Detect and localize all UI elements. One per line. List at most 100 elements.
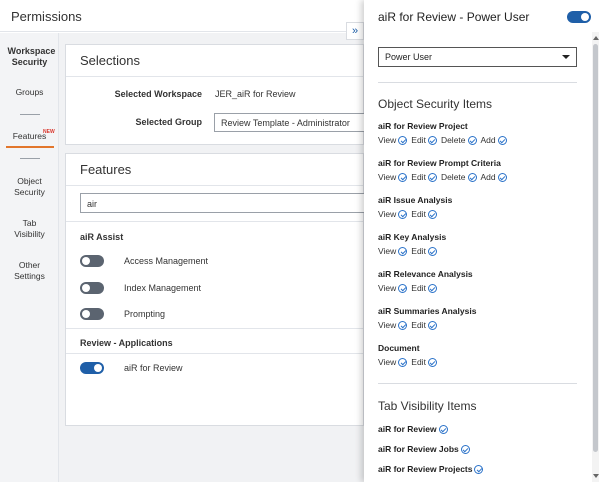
- scroll-up-icon[interactable]: [593, 36, 599, 40]
- permission-delete[interactable]: Delete: [441, 135, 477, 145]
- permission-label: View: [378, 209, 397, 219]
- permission-label: Edit: [411, 283, 426, 293]
- card-divider: [66, 328, 363, 329]
- selected-workspace-label: Selected Workspace: [114, 89, 202, 99]
- nav-tab-visibility[interactable]: Tab Visibility: [0, 218, 59, 240]
- object-item-name: aiR Issue Analysis: [378, 195, 453, 205]
- permission-row: View Edit Delete Add: [378, 172, 511, 182]
- feature-label: Access Management: [124, 256, 209, 266]
- permission-edit[interactable]: Edit: [411, 357, 437, 367]
- tab-visibility-label: aiR for Review: [378, 424, 437, 434]
- permission-label: View: [378, 320, 397, 330]
- nav-workspace-security-label: Workspace Security: [7, 46, 56, 67]
- role-select-value: Power User: [385, 52, 433, 62]
- object-item-name: aiR for Review Project: [378, 121, 468, 131]
- section-review-applications: Review - Applications: [80, 338, 173, 348]
- permission-label: Add: [480, 172, 496, 182]
- object-item-name: aiR Key Analysis: [378, 232, 447, 242]
- card-divider: [66, 353, 363, 354]
- permission-label: Add: [480, 135, 496, 145]
- card-divider: [66, 76, 363, 77]
- features-search-input[interactable]: air: [80, 193, 365, 213]
- check-circle-icon: [427, 284, 437, 293]
- permission-view[interactable]: View: [378, 320, 408, 330]
- prompting-toggle[interactable]: [80, 308, 104, 320]
- permission-add[interactable]: Add: [481, 172, 507, 182]
- panel-enabled-toggle[interactable]: [567, 11, 591, 23]
- permission-label: Delete: [440, 172, 466, 182]
- nav-groups[interactable]: Groups: [0, 87, 59, 98]
- permission-edit[interactable]: Edit: [411, 135, 437, 145]
- section-air-assist: aiR Assist: [80, 232, 124, 242]
- feature-label: aiR for Review: [124, 363, 183, 373]
- permission-add[interactable]: Add: [481, 135, 507, 145]
- object-item-name: aiR Relevance Analysis: [378, 269, 473, 279]
- panel-divider: [378, 383, 577, 384]
- check-circle-icon: [467, 136, 477, 145]
- selected-group-label: Selected Group: [135, 117, 202, 127]
- tab-visibility-label: aiR for Review Projects: [378, 464, 473, 474]
- check-circle-icon: [398, 247, 408, 256]
- check-circle-icon: [497, 173, 507, 182]
- object-item-name: aiR for Review Prompt Criteria: [378, 158, 501, 168]
- tab-visibility-item: aiR for Review: [378, 424, 448, 434]
- scroll-down-icon[interactable]: [593, 474, 599, 478]
- permission-row: View Edit: [378, 209, 441, 219]
- permission-edit[interactable]: Edit: [411, 246, 437, 256]
- permission-edit[interactable]: Edit: [411, 320, 437, 330]
- index-management-toggle[interactable]: [80, 282, 104, 294]
- permission-label: Edit: [411, 320, 426, 330]
- permission-row: View Edit: [378, 246, 441, 256]
- permission-view[interactable]: View: [378, 135, 408, 145]
- permission-label: Delete: [440, 135, 466, 145]
- check-circle-icon: [467, 173, 477, 182]
- nav-divider: [20, 114, 40, 115]
- permission-delete[interactable]: Delete: [441, 172, 477, 182]
- permission-row: View Edit: [378, 283, 441, 293]
- nav-workspace-security[interactable]: Workspace Security: [0, 46, 59, 68]
- panel-title: aiR for Review - Power User: [378, 10, 530, 24]
- check-circle-icon: [398, 136, 408, 145]
- permission-label: Edit: [411, 135, 426, 145]
- role-select[interactable]: Power User: [378, 47, 577, 67]
- permission-edit[interactable]: Edit: [411, 172, 437, 182]
- check-circle-icon: [474, 465, 484, 474]
- access-management-toggle[interactable]: [80, 255, 104, 267]
- permission-view[interactable]: View: [378, 246, 408, 256]
- permission-view[interactable]: View: [378, 357, 408, 367]
- permission-label: View: [378, 283, 397, 293]
- collapse-panel-button[interactable]: »: [346, 22, 364, 40]
- permission-label: View: [378, 246, 397, 256]
- check-circle-icon: [427, 136, 437, 145]
- permission-edit[interactable]: Edit: [411, 283, 437, 293]
- check-circle-icon: [427, 173, 437, 182]
- panel-divider: [378, 82, 577, 83]
- selected-group-select[interactable]: Review Template - Administrator: [214, 113, 365, 132]
- tab-visibility-item: aiR for Review Projects: [378, 464, 484, 474]
- permission-edit[interactable]: Edit: [411, 209, 437, 219]
- check-circle-icon: [398, 284, 408, 293]
- nav-object-security[interactable]: Object Security: [0, 176, 59, 198]
- permission-row: View Edit Delete Add: [378, 135, 511, 145]
- check-circle-icon: [427, 321, 437, 330]
- permission-view[interactable]: View: [378, 283, 408, 293]
- check-circle-icon: [398, 210, 408, 219]
- nav-other-settings[interactable]: Other Settings: [0, 260, 59, 282]
- permission-label: View: [378, 357, 397, 367]
- air-for-review-toggle[interactable]: [80, 362, 104, 374]
- permission-view[interactable]: View: [378, 172, 408, 182]
- scrollbar-thumb[interactable]: [593, 44, 598, 452]
- check-circle-icon: [398, 358, 408, 367]
- selected-workspace-value: JER_aiR for Review: [215, 89, 296, 99]
- check-circle-icon: [497, 136, 507, 145]
- nav-tab-visibility-label: Tab Visibility: [14, 218, 45, 239]
- left-nav: Workspace Security Groups Features NEW O…: [0, 33, 59, 482]
- check-circle-icon: [398, 173, 408, 182]
- permission-label: Edit: [411, 172, 426, 182]
- permission-label: Edit: [411, 357, 426, 367]
- selections-card: Selections Selected Workspace JER_aiR fo…: [65, 44, 365, 145]
- card-divider: [66, 221, 363, 222]
- tab-visibility-item: aiR for Review Jobs: [378, 444, 470, 454]
- feature-label: Index Management: [124, 283, 202, 293]
- permission-view[interactable]: View: [378, 209, 408, 219]
